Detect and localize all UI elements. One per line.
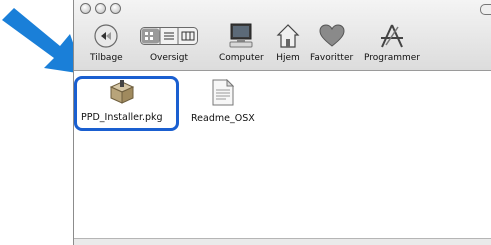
- selection-highlight: [74, 76, 179, 131]
- minimize-window-button[interactable]: [95, 3, 106, 14]
- computer-icon: [227, 22, 255, 50]
- home-label: Hjem: [276, 53, 300, 63]
- file-name: Readme_OSX: [191, 113, 255, 124]
- heart-icon: [319, 22, 345, 50]
- zoom-window-button[interactable]: [110, 3, 121, 14]
- view-label: Oversigt: [149, 53, 189, 63]
- applications-label: Programmer: [364, 53, 420, 63]
- applications-icon: [378, 22, 406, 50]
- toolbar: Tilbage Oversigt Computer Hjem Favoritte…: [74, 0, 491, 71]
- home-button[interactable]: Hjem: [276, 22, 300, 63]
- back-icon: [93, 22, 119, 50]
- computer-button[interactable]: Computer: [219, 22, 264, 63]
- back-label: Tilbage: [90, 53, 123, 63]
- title-bar: [74, 0, 491, 18]
- view-button[interactable]: Oversigt: [140, 22, 198, 63]
- applications-button[interactable]: Programmer: [364, 22, 420, 63]
- favorites-button[interactable]: Favoritter: [310, 22, 353, 63]
- home-icon: [276, 22, 300, 50]
- back-button[interactable]: Tilbage: [90, 22, 123, 63]
- view-mode-icon: [140, 22, 198, 50]
- status-bar: [74, 238, 491, 245]
- computer-label: Computer: [219, 53, 264, 63]
- toolbar-toggle-button[interactable]: [480, 4, 491, 15]
- file-item-readme[interactable]: Readme_OSX: [191, 78, 255, 124]
- favorites-label: Favoritter: [310, 53, 354, 63]
- document-icon: [212, 78, 235, 110]
- close-window-button[interactable]: [80, 3, 91, 14]
